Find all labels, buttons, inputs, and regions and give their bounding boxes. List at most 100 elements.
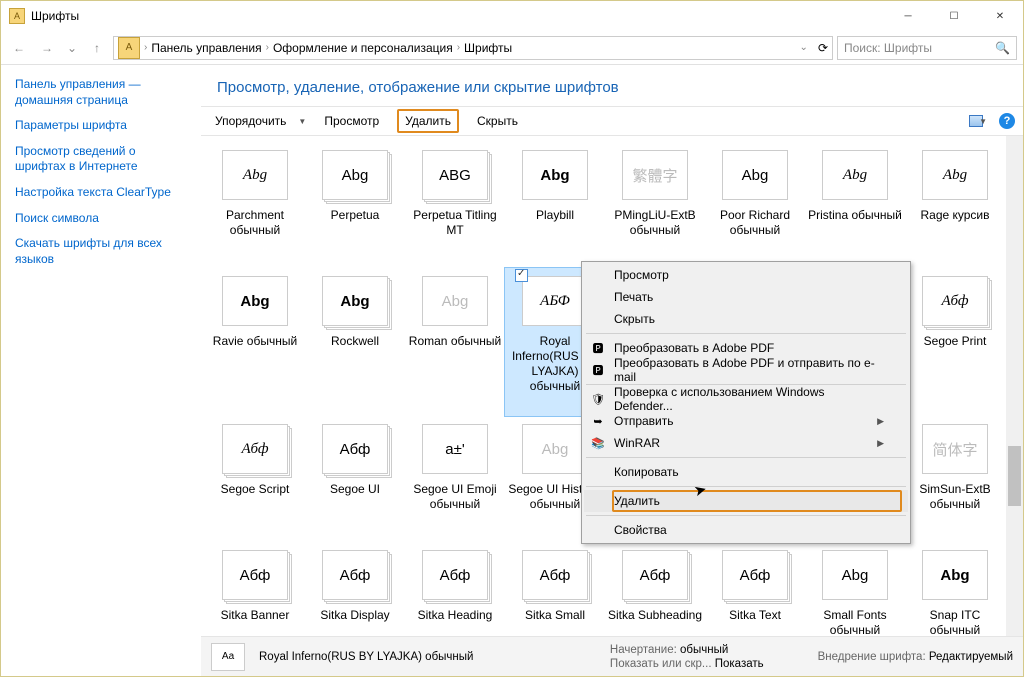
font-label: Pristina обычный	[807, 208, 903, 223]
font-preview-text: 简体字	[932, 439, 977, 460]
context-menu-item[interactable]: Копировать	[584, 461, 908, 483]
font-tile[interactable]: 简体字SimSun-ExtB обычный	[905, 416, 1005, 542]
font-label: Rockwell	[307, 334, 403, 349]
font-preview: Abg	[822, 150, 888, 200]
menu-item-label: Просмотр	[614, 268, 669, 282]
font-preview-text: Абф	[942, 293, 969, 310]
font-preview: Abg	[522, 424, 588, 474]
font-preview-text: ABG	[439, 167, 471, 184]
view-button[interactable]: Просмотр	[318, 111, 385, 131]
crumb-fonts[interactable]: Шрифты	[464, 41, 512, 55]
context-menu-item[interactable]: Свойства	[584, 519, 908, 541]
context-menu-item[interactable]: Скрыть	[584, 308, 908, 330]
font-preview: Абф	[222, 424, 288, 474]
organize-button[interactable]: Упорядочить	[209, 111, 292, 131]
chevron-down-icon[interactable]: ⌄	[800, 42, 808, 53]
status-style-label: Начертание:	[610, 644, 677, 656]
context-menu-item[interactable]: Печать	[584, 286, 908, 308]
font-tile[interactable]: AbgPerpetua	[305, 142, 405, 268]
font-preview-text: Abg	[943, 167, 967, 184]
chevron-icon: ›	[457, 42, 460, 53]
app-icon: A	[9, 8, 25, 24]
address-bar[interactable]: A › Панель управления › Оформление и пер…	[113, 36, 833, 60]
font-tile[interactable]: Abg Pristina обычный	[805, 142, 905, 268]
status-font-name: Royal Inferno(RUS BY LYAJKA) обычный	[259, 651, 473, 663]
menu-item-label: Копировать	[614, 465, 679, 479]
context-menu-item[interactable]: Просмотр	[584, 264, 908, 286]
font-tile[interactable]: АбфSegoe Print	[905, 268, 1005, 394]
font-preview: Abg	[722, 150, 788, 200]
font-tile[interactable]: АбфSitka Display	[305, 542, 405, 636]
context-menu-item[interactable]: 🅿Преобразовать в Adobe PDF и отправить п…	[584, 359, 908, 381]
font-tile[interactable]: AbgRoman обычный	[405, 268, 505, 394]
forward-button[interactable]: →	[35, 36, 59, 60]
font-tile[interactable]: Абф Segoe UI	[305, 416, 405, 542]
context-menu-item[interactable]: ➥Отправить▶	[584, 410, 908, 432]
font-tile[interactable]: AbgSmall Fonts обычный	[805, 542, 905, 636]
font-preview: Абф	[722, 550, 788, 600]
sidebar-link-cleartype[interactable]: Настройка текста ClearType	[15, 185, 187, 201]
context-menu-item[interactable]: 🛡Проверка с использованием Windows Defen…	[584, 388, 908, 410]
maximize-button[interactable]: ☐	[931, 1, 977, 31]
font-tile[interactable]: АбфSitka Subheading	[605, 542, 705, 636]
font-preview-text: Abg	[442, 293, 469, 310]
font-tile[interactable]: AbgRavie обычный	[205, 268, 305, 394]
view-mode-button[interactable]: ▼	[969, 115, 987, 127]
font-tile[interactable]: АбфSitka Small	[505, 542, 605, 636]
search-input[interactable]: Поиск: Шрифты 🔍	[837, 36, 1017, 60]
scroll-thumb[interactable]	[1008, 446, 1021, 506]
status-show-value: Показать	[715, 658, 764, 670]
status-embed-label: Внедрение шрифта:	[818, 651, 926, 663]
font-tile[interactable]: AbgPlaybill	[505, 142, 605, 268]
font-preview-text: Абф	[242, 441, 269, 458]
font-preview-text: Абф	[340, 441, 371, 458]
close-button[interactable]: ✕	[977, 1, 1023, 31]
sidebar-link-home[interactable]: Панель управления — домашняя страница	[15, 77, 187, 108]
delete-button[interactable]: Удалить	[397, 109, 459, 133]
font-preview: Абф	[322, 424, 388, 474]
font-tile[interactable]: 繁體字PMingLiU-ExtB обычный	[605, 142, 705, 268]
font-label: Segoe UI	[307, 482, 403, 497]
chevron-down-icon[interactable]: ▼	[298, 117, 306, 126]
font-tile[interactable]: AbgParchment обычный	[205, 142, 305, 268]
font-tile[interactable]: AbgSnap ITC обычный	[905, 542, 1005, 636]
font-preview-text: 繁體字	[632, 165, 677, 186]
context-menu-item[interactable]: 📚WinRAR▶	[584, 432, 908, 454]
font-tile[interactable]: AbgRockwell	[305, 268, 405, 394]
font-tile[interactable]: ABGPerpetua Titling MT	[405, 142, 505, 268]
font-preview: Abg	[922, 550, 988, 600]
back-button[interactable]: ←	[7, 36, 31, 60]
font-preview-text: Абф	[440, 567, 471, 584]
font-preview-text: Abg	[243, 167, 267, 184]
context-menu-item[interactable]: Удалить	[584, 490, 908, 512]
page-title: Просмотр, удаление, отображение или скры…	[201, 65, 1023, 106]
crumb-appearance[interactable]: Оформление и персонализация	[273, 41, 453, 55]
hide-button[interactable]: Скрыть	[471, 111, 524, 131]
font-tile[interactable]: АбфSitka Heading	[405, 542, 505, 636]
font-tile[interactable]: АбфSitka Banner	[205, 542, 305, 636]
font-label: Sitka Text	[707, 608, 803, 623]
font-preview: Abg	[322, 150, 388, 200]
up-button[interactable]: ↑	[85, 36, 109, 60]
font-preview: Abg	[222, 276, 288, 326]
crumb-control-panel[interactable]: Панель управления	[151, 41, 261, 55]
scrollbar[interactable]	[1006, 136, 1023, 636]
font-tile[interactable]: AbgPoor Richard обычный	[705, 142, 805, 268]
font-tile[interactable]: a±'Segoe UI Emoji обычный	[405, 416, 505, 542]
font-tile[interactable]: АбфSegoe Script	[205, 416, 305, 542]
sidebar-link-font-settings[interactable]: Параметры шрифта	[15, 118, 187, 134]
sidebar-link-download[interactable]: Скачать шрифты для всех языков	[15, 236, 187, 267]
sidebar-link-find-char[interactable]: Поиск символа	[15, 211, 187, 227]
sidebar-link-online-fonts[interactable]: Просмотр сведений о шрифтах в Интернете	[15, 144, 187, 175]
help-button[interactable]: ?	[999, 113, 1015, 129]
font-preview-text: Абф	[540, 567, 571, 584]
font-tile[interactable]: Абф Sitka Text	[705, 542, 805, 636]
chevron-icon: ›	[144, 42, 147, 53]
recent-dropdown[interactable]: ⌄	[63, 36, 81, 60]
font-tile[interactable]: AbgRage курсив	[905, 142, 1005, 268]
navbar: ← → ⌄ ↑ A › Панель управления › Оформлен…	[1, 31, 1023, 65]
refresh-button[interactable]: ⟳	[818, 41, 828, 55]
menu-separator	[586, 457, 906, 458]
minimize-button[interactable]: ─	[885, 1, 931, 31]
font-label: Segoe UI Emoji обычный	[407, 482, 503, 512]
